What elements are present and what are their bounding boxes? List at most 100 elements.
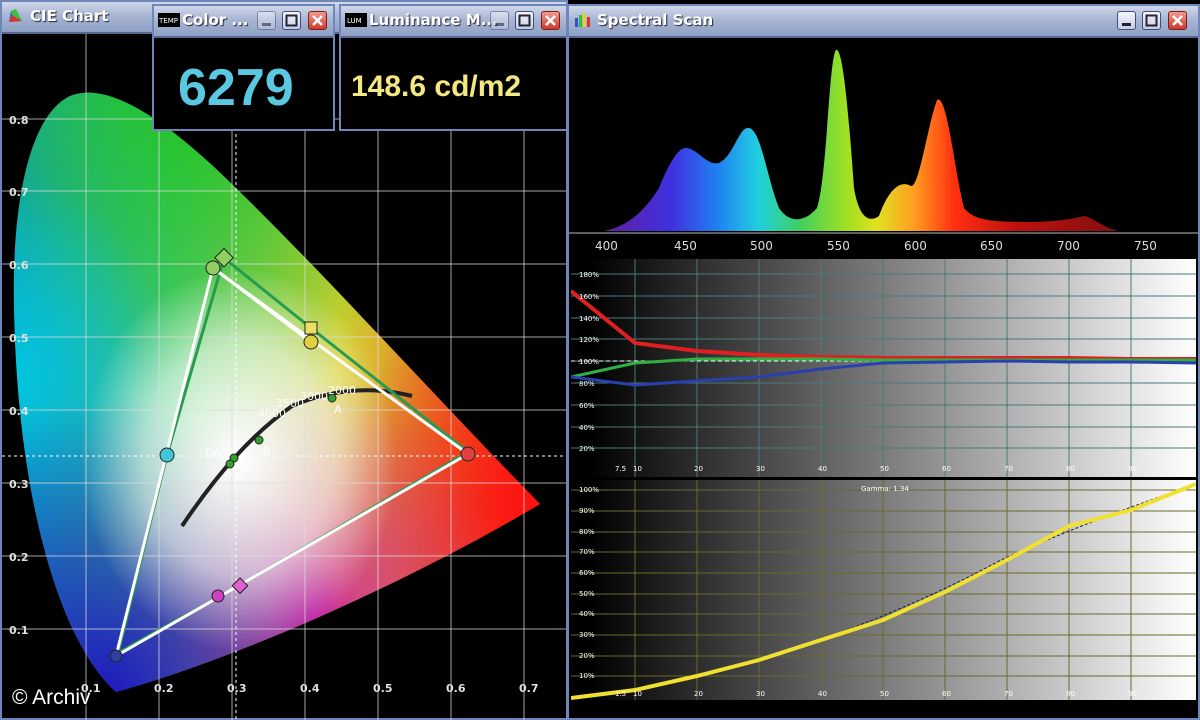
maximize-button[interactable] — [282, 11, 301, 30]
cie-chart-icon — [9, 9, 22, 22]
rgb-balance-chart: 180% 160% 140% 120% 100% 80% 60% 40% 20%… — [571, 259, 1196, 477]
spectrum-curve — [604, 49, 1119, 231]
svg-text:140%: 140% — [579, 315, 599, 323]
maximize-button[interactable] — [1142, 11, 1161, 30]
svg-text:60: 60 — [942, 465, 951, 473]
svg-text:60%: 60% — [579, 569, 595, 577]
svg-text:500: 500 — [750, 239, 773, 253]
svg-text:0.5: 0.5 — [373, 682, 393, 695]
svg-text:90: 90 — [1128, 690, 1137, 698]
archiv-watermark: © Archiv — [12, 686, 91, 709]
label-C: C — [236, 470, 244, 483]
svg-text:700: 700 — [1057, 239, 1080, 253]
spectral-titlebar[interactable]: Spectral Scan — [569, 6, 1198, 38]
svg-text:90%: 90% — [579, 507, 595, 515]
svg-text:0.2: 0.2 — [154, 682, 174, 695]
svg-text:650: 650 — [980, 239, 1003, 253]
label-3000: 3000 — [300, 390, 328, 403]
svg-text:0.7: 0.7 — [519, 682, 539, 695]
svg-text:40%: 40% — [579, 424, 595, 432]
luminance-titlebar[interactable]: LUM Luminance M... — [341, 6, 566, 38]
svg-text:10: 10 — [633, 465, 642, 473]
svg-text:0.6: 0.6 — [9, 259, 29, 272]
spectrum-plot: 400 450 500 550 600 650 700 750 — [569, 49, 1198, 253]
svg-text:0.1: 0.1 — [9, 624, 29, 637]
svg-text:0.8: 0.8 — [9, 114, 29, 127]
minimize-button[interactable] — [1117, 11, 1136, 30]
svg-text:40%: 40% — [579, 610, 595, 618]
svg-text:80%: 80% — [579, 528, 595, 536]
svg-text:1.5: 1.5 — [615, 690, 626, 698]
svg-text:90: 90 — [1128, 465, 1137, 473]
svg-text:10%: 10% — [579, 672, 595, 680]
svg-text:450: 450 — [674, 239, 697, 253]
label-A: A — [334, 403, 342, 416]
svg-text:50%: 50% — [579, 590, 595, 598]
svg-text:160%: 160% — [579, 293, 599, 301]
luminance-window[interactable]: LUM Luminance M... 148.6 cd/m2 — [339, 4, 568, 131]
color-temp-window[interactable]: TEMP Color ... 6279 — [152, 4, 335, 131]
svg-text:50: 50 — [880, 465, 889, 473]
cie-diagram: 4000 3500 3000 2000 A B C D65 0.8 0.7 0.… — [2, 34, 566, 720]
svg-text:20: 20 — [694, 690, 703, 698]
luminance-value: 148.6 cd/m2 — [351, 70, 522, 103]
minimize-button[interactable] — [490, 11, 509, 30]
cie-title: CIE Chart — [30, 7, 109, 25]
spectral-scan-window[interactable]: Spectral Scan 400 450 500 550 600 650 70… — [567, 4, 1200, 720]
label-2000: 2000 — [328, 384, 356, 397]
svg-text:750: 750 — [1134, 239, 1157, 253]
color-temp-title: Color ... — [182, 11, 249, 29]
svg-text:30: 30 — [756, 465, 765, 473]
svg-text:7.5: 7.5 — [615, 465, 626, 473]
svg-text:0.4: 0.4 — [300, 682, 320, 695]
svg-text:50: 50 — [880, 690, 889, 698]
lum-icon: LUM — [345, 13, 367, 27]
label-B: B — [263, 444, 271, 457]
color-temp-titlebar[interactable]: TEMP Color ... — [154, 6, 333, 38]
svg-text:600: 600 — [904, 239, 927, 253]
color-temp-value: 6279 — [178, 59, 294, 117]
maximize-button[interactable] — [515, 11, 534, 30]
svg-text:20: 20 — [694, 465, 703, 473]
svg-text:100%: 100% — [579, 486, 599, 494]
close-button[interactable] — [1168, 11, 1187, 30]
spectrum-icon — [575, 13, 590, 27]
svg-text:70: 70 — [1004, 690, 1013, 698]
spectrum-x-ticks: 400 450 500 550 600 650 700 750 — [595, 239, 1157, 253]
svg-text:400: 400 — [595, 239, 618, 253]
svg-text:30: 30 — [756, 690, 765, 698]
svg-text:20%: 20% — [579, 445, 595, 453]
svg-text:0.4: 0.4 — [9, 405, 29, 418]
svg-text:80%: 80% — [579, 380, 595, 388]
svg-text:70%: 70% — [579, 548, 595, 556]
svg-text:60: 60 — [942, 690, 951, 698]
svg-text:40: 40 — [818, 465, 827, 473]
svg-text:120%: 120% — [579, 336, 599, 344]
close-button[interactable] — [308, 11, 327, 30]
close-button[interactable] — [541, 11, 560, 30]
svg-text:TEMP: TEMP — [158, 17, 178, 25]
gamma-title: Gamma: 1.34 — [861, 485, 909, 493]
svg-text:80: 80 — [1066, 690, 1075, 698]
svg-text:10: 10 — [633, 690, 642, 698]
svg-text:0.6: 0.6 — [446, 682, 466, 695]
svg-text:30%: 30% — [579, 631, 595, 639]
svg-text:0.2: 0.2 — [9, 551, 29, 564]
temp-icon: TEMP — [158, 13, 180, 27]
svg-text:0.5: 0.5 — [9, 332, 29, 345]
svg-text:60%: 60% — [579, 402, 595, 410]
svg-text:LUM: LUM — [347, 17, 362, 25]
svg-text:100%: 100% — [579, 358, 599, 366]
label-D65: D65 — [205, 447, 227, 460]
luminance-title: Luminance M... — [369, 11, 498, 29]
svg-text:80: 80 — [1066, 465, 1075, 473]
minimize-button[interactable] — [257, 11, 276, 30]
svg-text:0.7: 0.7 — [9, 186, 29, 199]
svg-text:550: 550 — [827, 239, 850, 253]
cie-x-ticks: 0.1 0.2 0.3 0.4 0.5 0.6 0.7 — [81, 682, 539, 695]
svg-text:40: 40 — [818, 690, 827, 698]
svg-text:0.3: 0.3 — [227, 682, 247, 695]
gamma-chart: Gamma: 1.34 100% 90% 80% 70% 60% 50% 40%… — [571, 480, 1196, 700]
svg-text:70: 70 — [1004, 465, 1013, 473]
svg-text:180%: 180% — [579, 271, 599, 279]
